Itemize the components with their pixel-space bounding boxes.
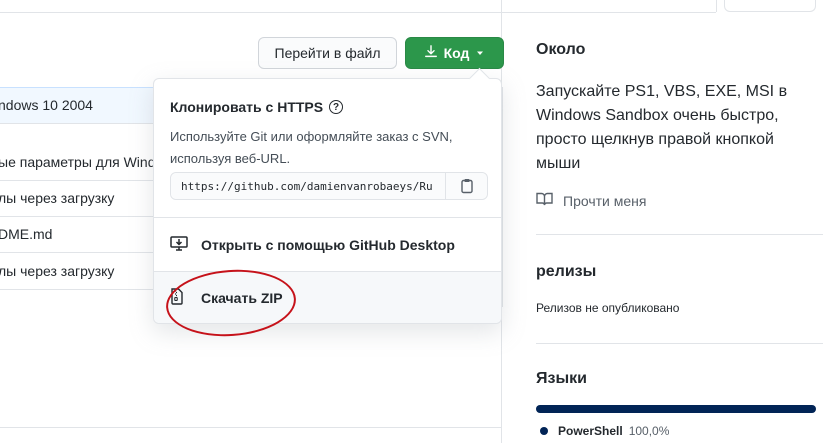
copy-url-button[interactable] xyxy=(445,173,487,199)
readme-link[interactable]: Прочти меня xyxy=(536,192,646,209)
question-icon[interactable]: ? xyxy=(329,100,344,114)
clone-url-input[interactable] xyxy=(171,173,445,199)
clone-description: Используйте Git или оформляйте заказ с S… xyxy=(170,129,453,166)
code-button[interactable]: Код xyxy=(405,37,504,69)
language-item-powershell[interactable]: PowerShell 100,0% xyxy=(540,424,669,438)
languages-heading: Языки xyxy=(536,370,587,387)
header-divider xyxy=(0,12,716,13)
releases-empty-text: Релизов не опубликовано xyxy=(536,301,680,315)
book-icon xyxy=(536,192,553,209)
clone-url-group xyxy=(170,172,488,200)
clone-title: Клонировать с HTTPS ? xyxy=(170,99,344,115)
sidebar-divider xyxy=(536,343,823,344)
sidebar-divider xyxy=(536,234,823,235)
header-box xyxy=(724,0,816,12)
header-divider-vertical xyxy=(716,0,717,12)
content-divider xyxy=(0,427,502,428)
caret-down-icon xyxy=(475,45,485,61)
open-github-desktop-item[interactable]: Открыть с помощью GitHub Desktop xyxy=(154,218,501,271)
language-bar xyxy=(536,405,816,413)
language-color-dot xyxy=(540,427,548,435)
clipboard-icon xyxy=(460,178,474,199)
dropdown-caret xyxy=(468,67,491,90)
about-heading: Около xyxy=(536,41,586,58)
releases-heading[interactable]: релизы xyxy=(536,263,596,281)
go-to-file-button[interactable]: Перейти в файл xyxy=(258,37,397,69)
about-description: Запускайте PS1, VBS, EXE, MSI в Windows … xyxy=(536,83,788,172)
download-icon xyxy=(424,44,438,62)
desktop-download-icon xyxy=(170,235,188,254)
